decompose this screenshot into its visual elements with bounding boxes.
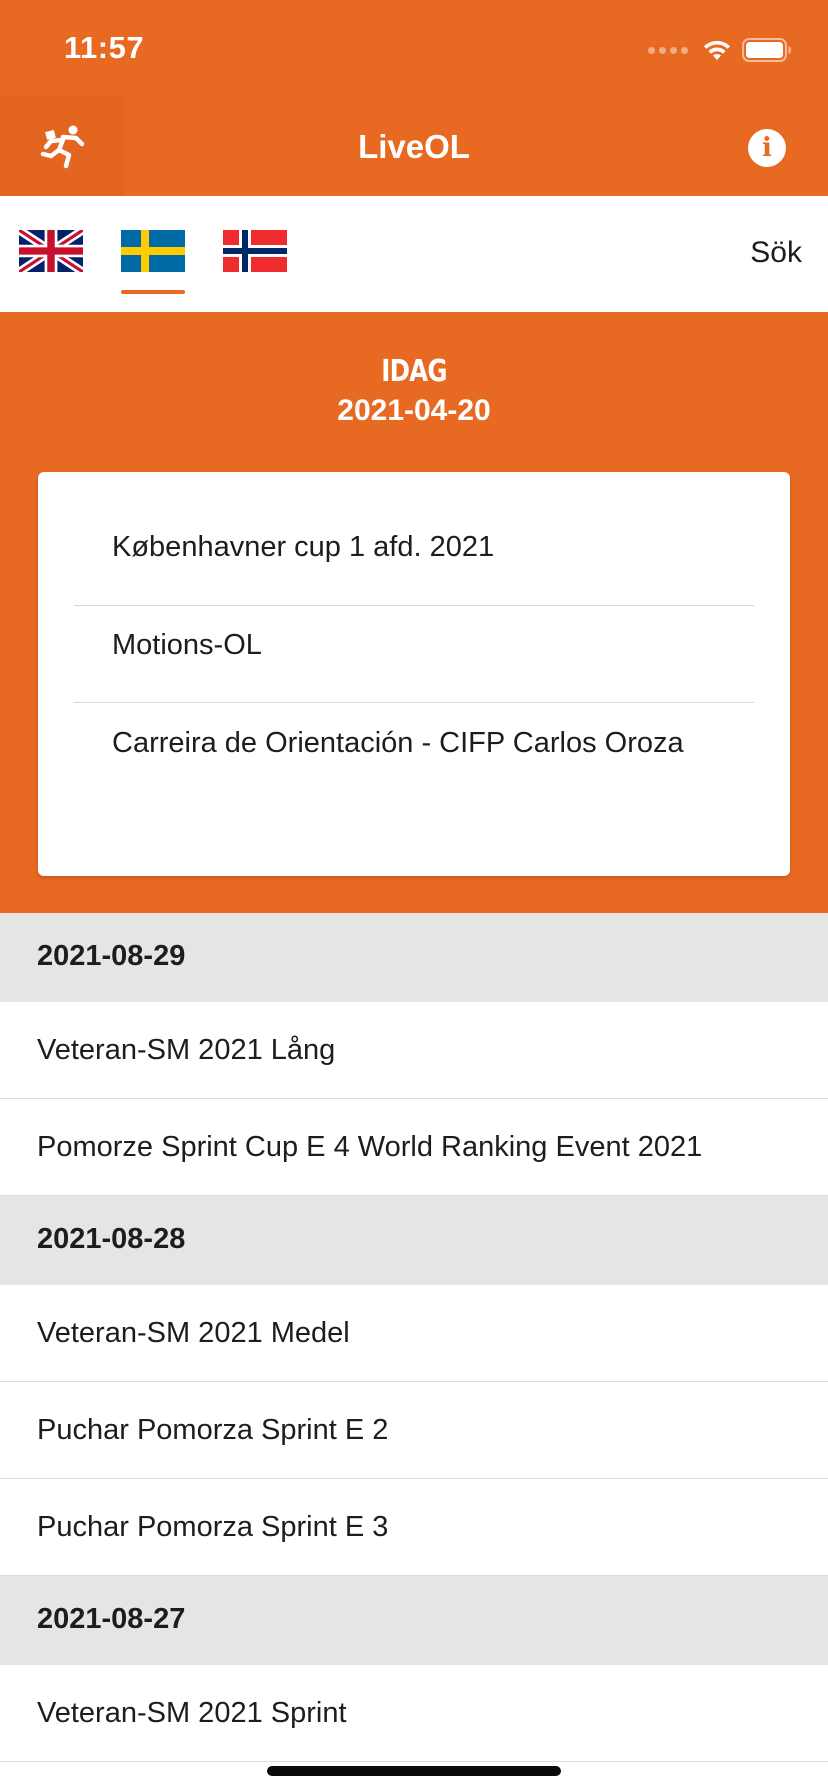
list-item[interactable]: Veteran-SM 2021 Sprint xyxy=(0,1665,828,1762)
divider xyxy=(74,702,754,703)
today-event-item[interactable]: Motions-OL xyxy=(112,626,712,665)
event-name: Veteran-SM 2021 Sprint xyxy=(37,1697,347,1729)
today-label: IDAG xyxy=(381,354,447,389)
date-section-header: 2021-08-29 xyxy=(0,913,828,1002)
today-event-item[interactable]: Københavner cup 1 afd. 2021 xyxy=(112,528,712,567)
divider xyxy=(74,605,754,606)
app-title: LiveOL xyxy=(358,128,470,165)
section-date: 2021-08-29 xyxy=(37,940,186,972)
event-name: Puchar Pomorza Sprint E 3 xyxy=(37,1511,389,1543)
today-event-item[interactable]: Carreira de Orientación - CIFP Carlos Or… xyxy=(112,724,712,763)
selected-tab-indicator xyxy=(121,290,185,294)
today-date: 2021-04-20 xyxy=(337,394,491,427)
date-section-header: 2021-08-28 xyxy=(0,1196,828,1285)
list-item[interactable]: Puchar Pomorza Sprint E 2 xyxy=(0,1382,828,1479)
sweden-flag-icon[interactable] xyxy=(121,230,185,272)
event-name: Veteran-SM 2021 Medel xyxy=(37,1317,350,1349)
event-name: Pomorze Sprint Cup E 4 World Ranking Eve… xyxy=(37,1131,703,1163)
list-item[interactable]: Veteran-SM 2021 Medel xyxy=(0,1285,828,1382)
wifi-icon xyxy=(704,40,730,60)
status-icons xyxy=(648,36,792,64)
uk-flag-icon[interactable] xyxy=(19,230,83,272)
section-date: 2021-08-28 xyxy=(37,1223,186,1255)
date-section-header: 2021-08-27 xyxy=(0,1576,828,1665)
event-name: Veteran-SM 2021 Lång xyxy=(37,1034,336,1066)
event-name: Puchar Pomorza Sprint E 2 xyxy=(37,1414,389,1446)
home-indicator[interactable] xyxy=(267,1766,561,1776)
list-item[interactable]: Pomorze Sprint Cup E 4 World Ranking Eve… xyxy=(0,1099,828,1196)
norway-flag-icon[interactable] xyxy=(223,230,287,272)
today-events-card: Københavner cup 1 afd. 2021 Motions-OL C… xyxy=(38,472,790,876)
battery-icon xyxy=(742,38,791,62)
status-time: 11:57 xyxy=(64,30,145,65)
nav-bar: LiveOL i xyxy=(0,96,828,196)
language-tab-bar: Sök xyxy=(0,196,828,312)
event-list[interactable]: 2021-08-29 Veteran-SM 2021 Lång Pomorze … xyxy=(0,913,828,1762)
search-button[interactable]: Sök xyxy=(750,236,802,270)
today-section: IDAG 2021-04-20 Københavner cup 1 afd. 2… xyxy=(0,312,828,913)
list-item[interactable]: Veteran-SM 2021 Lång xyxy=(0,1002,828,1099)
info-icon: i xyxy=(762,133,772,163)
cellular-signal-icon xyxy=(648,46,688,54)
list-item[interactable]: Puchar Pomorza Sprint E 3 xyxy=(0,1479,828,1576)
info-button[interactable]: i xyxy=(748,129,786,167)
section-date: 2021-08-27 xyxy=(37,1603,186,1635)
status-bar: 11:57 xyxy=(0,0,828,96)
